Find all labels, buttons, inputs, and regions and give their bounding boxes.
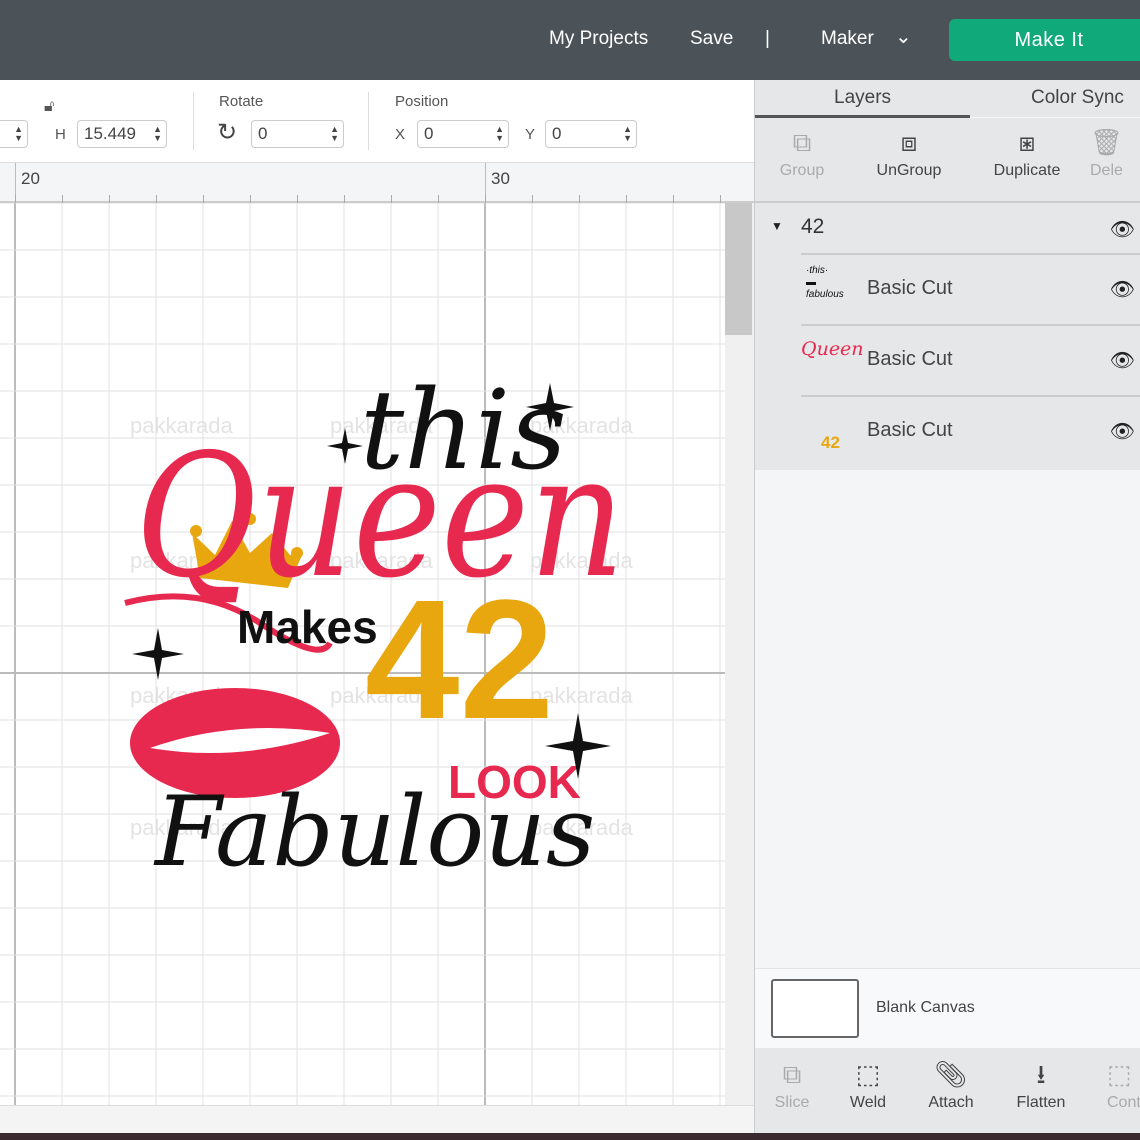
ruler-tick	[15, 195, 16, 203]
ruler-tick	[109, 195, 110, 203]
divider	[368, 92, 369, 150]
y-value: 0	[552, 124, 561, 143]
eye-icon[interactable]: 👁︎	[1110, 277, 1135, 302]
trash-icon: 🗑︎	[1090, 122, 1140, 162]
layer-row[interactable]: 42 Basic Cut 👁︎	[801, 395, 1140, 466]
height-label: H	[55, 126, 66, 143]
group-label: Group	[780, 162, 824, 179]
chevron-down-icon[interactable]: ⌄	[895, 24, 912, 49]
ruler-label: 20	[21, 169, 40, 189]
ruler-tick	[250, 195, 251, 203]
weld-label: Weld	[850, 1094, 886, 1111]
ruler-tick	[626, 195, 627, 203]
eye-icon[interactable]: 👁︎	[1110, 217, 1135, 242]
layer-row[interactable]: Queen Basic Cut 👁︎	[801, 324, 1140, 395]
flatten-icon: ⭳	[986, 1054, 1096, 1094]
rotate-label: Rotate	[219, 93, 263, 110]
lock-icon[interactable]: 🔓︎	[44, 98, 54, 116]
height-value: 15.449	[84, 124, 136, 143]
attach-label: Attach	[928, 1094, 973, 1111]
x-value: 0	[424, 124, 433, 143]
tab-color-sync[interactable]: Color Sync	[1031, 87, 1124, 109]
divider	[193, 92, 194, 150]
ruler-tick	[62, 195, 63, 203]
layer-thumbnail: Queen	[801, 338, 864, 360]
rotate-value: 0	[258, 124, 267, 143]
ruler-tick	[532, 195, 533, 203]
edit-toolbar: ▲▼ 🔓︎ H 15.449▲▼ Rotate ↻ 0▲▼ Position X…	[0, 80, 754, 163]
this-text: this	[360, 366, 567, 494]
make-it-button[interactable]: Make It	[949, 19, 1140, 61]
layer-name: Basic Cut	[867, 277, 953, 300]
ruler-tick	[344, 195, 345, 203]
delete-label: Dele	[1090, 162, 1123, 179]
ruler-tick	[156, 195, 157, 203]
vertical-scroll-thumb[interactable]	[725, 203, 752, 335]
delete-button[interactable]: 🗑︎Dele	[1090, 122, 1140, 180]
slice-label: Slice	[775, 1094, 810, 1111]
contour-label: Cont	[1107, 1094, 1140, 1111]
rotate-icon: ↻	[217, 118, 237, 147]
window-bottom-edge	[0, 1133, 1140, 1140]
group-icon: ⧉	[747, 122, 857, 162]
design-canvas[interactable]: pakkaradapakkaradapakkaradapakkaradapakk…	[0, 203, 725, 1105]
contour-icon: ⬚	[1107, 1054, 1140, 1094]
y-field[interactable]: 0▲▼	[545, 120, 637, 148]
y-label: Y	[525, 126, 535, 143]
ruler-label: 30	[491, 169, 510, 189]
horizontal-ruler: 20 30	[0, 163, 754, 203]
fabulous-text: Fabulous	[153, 776, 595, 888]
group-name: 42	[801, 215, 824, 239]
makes-text: Makes	[237, 601, 378, 653]
my-projects-link[interactable]: My Projects	[549, 28, 648, 50]
number-42: 42	[365, 565, 554, 755]
contour-button[interactable]: ⬚Cont	[1107, 1054, 1140, 1112]
ruler-tick	[438, 195, 439, 203]
eye-icon[interactable]: 👁︎	[1110, 419, 1135, 444]
duplicate-icon: ⧆	[972, 122, 1082, 162]
vertical-scrollbar[interactable]	[725, 203, 754, 1105]
ruler-tick	[391, 195, 392, 203]
duplicate-button[interactable]: ⧆Duplicate	[972, 122, 1082, 180]
height-field[interactable]: 15.449▲▼	[77, 120, 167, 148]
machine-select[interactable]: Maker	[821, 28, 874, 50]
tab-layers[interactable]: Layers	[834, 87, 891, 109]
duplicate-label: Duplicate	[994, 162, 1061, 179]
flatten-button[interactable]: ⭳Flatten	[986, 1054, 1096, 1112]
separator: |	[765, 28, 770, 50]
group-button[interactable]: ⧉Group	[747, 122, 857, 180]
layer-name: Basic Cut	[867, 419, 953, 442]
layer-name: Basic Cut	[867, 348, 953, 371]
top-bar: My Projects Save | Maker ⌄ Make It	[0, 0, 1140, 80]
ruler-tick	[485, 195, 486, 203]
ungroup-button[interactable]: ⧈UnGroup	[854, 122, 964, 180]
layers-panel: Layers Color Sync ⧉Group ⧈UnGroup ⧆Dupli…	[754, 80, 1140, 1133]
ungroup-label: UnGroup	[877, 162, 942, 179]
flatten-label: Flatten	[1017, 1094, 1066, 1111]
horizontal-scrollbar[interactable]	[0, 1105, 754, 1133]
layer-thumbnail: 42	[821, 433, 840, 453]
layer-group-row[interactable]: ▼ 42 👁︎	[755, 203, 1140, 255]
layer-thumbnail: ·this·▬fabulous	[806, 265, 844, 301]
caret-down-icon[interactable]: ▼	[771, 219, 783, 233]
position-label: Position	[395, 93, 448, 110]
ruler-tick	[297, 195, 298, 203]
layer-row[interactable]: ·this·▬fabulous Basic Cut 👁︎	[801, 253, 1140, 324]
rotate-field[interactable]: 0▲▼	[251, 120, 344, 148]
ruler-tick	[720, 195, 721, 203]
ruler-tick	[579, 195, 580, 203]
ruler-tick	[203, 195, 204, 203]
blank-canvas-row[interactable]: Blank Canvas	[755, 968, 1140, 1048]
width-field[interactable]: ▲▼	[0, 120, 28, 148]
save-button[interactable]: Save	[690, 28, 733, 50]
x-label: X	[395, 126, 405, 143]
x-field[interactable]: 0▲▼	[417, 120, 509, 148]
ruler-tick	[673, 195, 674, 203]
ungroup-icon: ⧈	[854, 122, 964, 162]
blank-canvas-label: Blank Canvas	[876, 999, 975, 1017]
canvas-swatch[interactable]	[771, 979, 859, 1038]
design-artwork[interactable]: pakkaradapakkaradapakkaradapakkaradapakk…	[0, 203, 725, 1105]
eye-icon[interactable]: 👁︎	[1110, 348, 1135, 373]
